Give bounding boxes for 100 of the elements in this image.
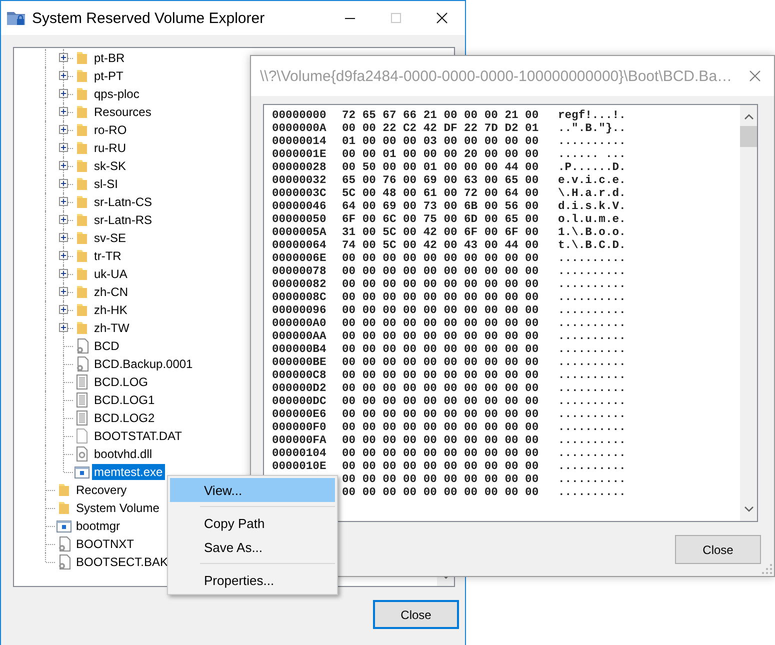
hex-bytes: 00 00 00 00 00 00 00 00 00 00 — [342, 279, 540, 292]
hex-offset: 000000AA — [272, 331, 328, 344]
hex-bytes: 00 50 00 00 01 00 00 00 44 00 — [342, 162, 540, 175]
expand-icon[interactable] — [59, 125, 68, 134]
scroll-thumb[interactable] — [740, 126, 757, 147]
window-title: System Reserved Volume Explorer — [32, 10, 265, 26]
blank-file-icon — [74, 428, 90, 444]
hex-offset: 00000050 — [272, 214, 328, 227]
expand-icon[interactable] — [59, 305, 68, 314]
folder-icon — [74, 140, 90, 156]
hex-ascii: 1.\.B.o.o. — [558, 227, 626, 240]
hex-offset: 00000064 — [272, 240, 328, 253]
tree-item[interactable]: sr-Latn-RS — [92, 212, 154, 228]
program-icon — [74, 464, 90, 480]
hex-bytes: 6F 00 6C 00 75 00 6D 00 65 00 — [342, 214, 540, 227]
tree-item[interactable]: zh-HK — [92, 302, 130, 318]
hex-ascii: .......... — [558, 409, 626, 422]
hex-ascii: .......... — [558, 331, 626, 344]
tree-item[interactable]: sv-SE — [92, 230, 128, 246]
tree-item[interactable]: memtest.exe — [92, 464, 165, 480]
tree-item[interactable]: Recovery — [74, 482, 129, 498]
menu-item[interactable]: Save As... — [170, 535, 335, 559]
tree-item[interactable]: BCD.LOG2 — [92, 410, 157, 426]
hex-offset: 00000028 — [272, 162, 328, 175]
menu-item[interactable]: View... — [170, 478, 335, 502]
menu-item[interactable]: Properties... — [170, 568, 335, 592]
expand-icon[interactable] — [59, 107, 68, 116]
tree-item[interactable]: tr-TR — [92, 248, 124, 264]
hex-offset: 00000046 — [272, 201, 328, 214]
tree-item[interactable]: qps-ploc — [92, 86, 142, 102]
tree-item[interactable]: ro-RO — [92, 122, 129, 138]
expand-icon[interactable] — [59, 287, 68, 296]
tree-item[interactable]: BOOTSTAT.DAT — [92, 428, 184, 444]
close-button[interactable]: Close — [373, 600, 459, 629]
expand-icon[interactable] — [59, 323, 68, 332]
tree-item[interactable]: sk-SK — [92, 158, 128, 174]
tree-item[interactable]: bootmgr — [74, 518, 122, 534]
tree-item[interactable]: pt-PT — [92, 68, 126, 84]
tree-item[interactable]: sr-Latn-CS — [92, 194, 154, 210]
tree-item[interactable]: BCD.LOG — [92, 374, 150, 390]
expand-icon[interactable] — [59, 197, 68, 206]
hex-bytes: 65 00 76 00 69 00 63 00 65 00 — [342, 175, 540, 188]
close-icon — [749, 70, 762, 82]
resize-grip-icon[interactable] — [762, 564, 772, 574]
tree-item[interactable]: Resources — [92, 104, 154, 120]
folder-lock-icon — [6, 9, 26, 27]
tree-item[interactable]: BOOTSECT.BAK — [74, 554, 170, 570]
expand-icon[interactable] — [59, 89, 68, 98]
hex-offset: 00000096 — [272, 305, 328, 318]
folder-icon — [74, 68, 90, 84]
expand-icon[interactable] — [59, 161, 68, 170]
hex-bytes: 00 00 00 00 00 00 00 00 00 00 — [342, 422, 540, 435]
hex-bytes: 00 00 01 00 00 00 20 00 00 00 — [342, 149, 540, 162]
tree-item[interactable]: BCD.Backup.0001 — [92, 356, 195, 372]
hex-ascii: .......... — [558, 292, 626, 305]
expand-icon[interactable] — [59, 215, 68, 224]
caret-up-icon[interactable] — [744, 113, 754, 120]
hex-offset: 0000003C — [272, 188, 328, 201]
expand-icon[interactable] — [59, 53, 68, 62]
hex-ascii: .......... — [558, 435, 626, 448]
hex-ascii: .......... — [558, 253, 626, 266]
tree-item[interactable]: BOOTNXT — [74, 536, 136, 552]
expand-icon[interactable] — [59, 269, 68, 278]
hex-offset: 000000E6 — [272, 409, 328, 422]
hex-offset: 0000005A — [272, 227, 328, 240]
folder-icon — [56, 500, 72, 516]
hex-ascii: .......... — [558, 474, 626, 487]
folder-icon — [74, 104, 90, 120]
expand-icon[interactable] — [59, 71, 68, 80]
hex-bytes: 00 00 22 C2 42 DF 22 7D D2 01 — [342, 123, 540, 136]
expand-icon[interactable] — [59, 233, 68, 242]
hex-ascii: .......... — [558, 318, 626, 331]
tree-item[interactable]: ru-RU — [92, 140, 128, 156]
tree-item[interactable]: pt-BR — [92, 50, 127, 66]
tree-item[interactable]: uk-UA — [92, 266, 130, 282]
hex-bytes: 00 00 00 00 00 00 00 00 00 00 — [342, 383, 540, 396]
hex-bytes: 00 00 00 00 00 00 00 00 00 00 — [342, 318, 540, 331]
folder-icon — [74, 50, 90, 66]
hex-bytes: 00 00 00 00 00 00 00 00 00 00 — [342, 253, 540, 266]
tree-item[interactable]: System Volume — [74, 500, 162, 516]
hex-offset: 00000104 — [272, 448, 328, 461]
menu-item[interactable]: Copy Path — [170, 511, 335, 535]
expand-icon[interactable] — [59, 251, 68, 260]
hex-offset: 0000000A — [272, 123, 328, 136]
caret-down-icon[interactable] — [744, 506, 754, 513]
hex-ascii: .......... — [558, 487, 626, 500]
tree-item[interactable]: bootvhd.dll — [92, 446, 154, 462]
hex-bytes: 00 00 00 00 00 00 00 00 00 00 — [342, 474, 540, 487]
scrollbar[interactable] — [740, 105, 757, 521]
close-button[interactable]: Close — [675, 535, 761, 564]
expand-icon[interactable] — [59, 143, 68, 152]
tree-item[interactable]: zh-TW — [92, 320, 132, 336]
hex-offset: 0000006E — [272, 253, 328, 266]
tree-item[interactable]: zh-CN — [92, 284, 130, 300]
tree-item[interactable]: BCD — [92, 338, 122, 354]
tree-item[interactable]: sl-SI — [92, 176, 120, 192]
hex-offset: 000000DC — [272, 396, 328, 409]
expand-icon[interactable] — [59, 179, 68, 188]
hex-offset: 000000FA — [272, 435, 328, 448]
tree-item[interactable]: BCD.LOG1 — [92, 392, 157, 408]
